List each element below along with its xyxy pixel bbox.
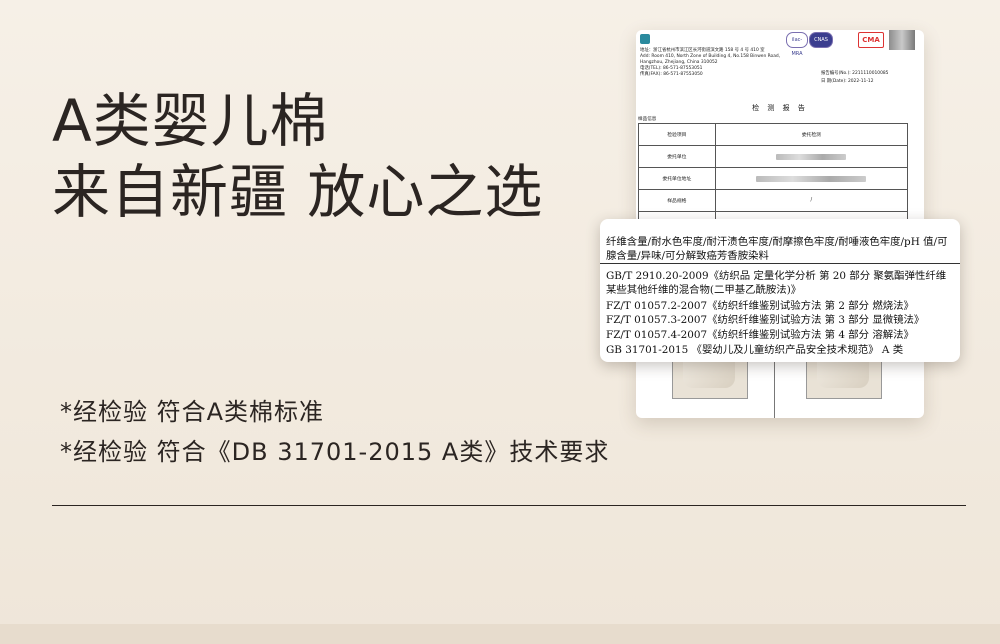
row-value: / bbox=[714, 190, 908, 211]
zoom-line: GB/T 2910.20-2009《纺织品 定量化学分析 第 20 部分 聚氨酯… bbox=[606, 270, 947, 282]
row-key: 检验项目 bbox=[638, 124, 715, 145]
table-row: 委托单位 bbox=[638, 146, 908, 168]
zoom-line: FZ/T 01057.3-2007《纺织纤维鉴别试验方法 第 3 部分 显微镜法… bbox=[606, 314, 925, 326]
report-info-table: 检验项目 委托检测 委托单位 委托单位地址 样品规格 / 样品名称 bbox=[638, 123, 908, 234]
report-address: 地址：浙江省杭州市滨江区长河街道滨文路 158 号 4 号 410 室 Add:… bbox=[640, 48, 780, 78]
divider-line bbox=[52, 505, 966, 506]
promo-page: A类婴儿棉 来自新疆 放心之选 *经检验 符合A类棉标准 *经检验 符合《DB … bbox=[0, 0, 1000, 644]
cma-icon: CMA bbox=[858, 32, 884, 48]
row-value-blurred bbox=[714, 146, 908, 167]
note-a-class-standard: *经检验 符合A类棉标准 bbox=[60, 398, 325, 426]
table-row: 检验项目 委托检测 bbox=[638, 123, 908, 146]
row-value-blurred bbox=[714, 168, 908, 189]
ilac-mra-icon: ilac-MRA bbox=[786, 32, 808, 57]
row-key: 委托单位 bbox=[638, 146, 715, 167]
zoom-line: FZ/T 01057.4-2007《纺织纤维鉴别试验方法 第 4 部分 溶解法》 bbox=[606, 329, 914, 341]
zoom-line: 纤维含量/耐水色牢度/耐汗渍色牢度/耐摩擦色牢度/耐唾液色牢度/pH 值/可 bbox=[606, 236, 948, 248]
cnas-icon: CNAS bbox=[809, 32, 833, 48]
table-row: 委托单位地址 bbox=[638, 168, 908, 190]
zoom-separator bbox=[600, 263, 960, 264]
zoom-line: GB 31701-2015 《婴幼儿及儿童纺织产品安全技术规范》 A 类 bbox=[606, 344, 904, 356]
report-title: 检 测 报 告 bbox=[752, 104, 808, 112]
report-number: 报告编号(No.): 2211110010085 bbox=[821, 71, 889, 76]
report-meta: 报告编号(No.): 2211110010085 日 期(Date): 2022… bbox=[821, 70, 888, 86]
row-value: 委托检测 bbox=[714, 124, 908, 145]
row-key: 样品规格 bbox=[638, 190, 715, 211]
bottom-band bbox=[0, 624, 1000, 644]
report-header: ilac-MRA CNAS CMA 地址：浙江省杭州市滨江区长河街道滨文路 15… bbox=[636, 30, 924, 126]
note-db31701-standard: *经检验 符合《DB 31701-2015 A类》技术要求 bbox=[60, 438, 610, 466]
zoom-line: FZ/T 01057.2-2007《纺织纤维鉴别试验方法 第 2 部分 燃烧法》 bbox=[606, 300, 914, 312]
table-row: 样品规格 / bbox=[638, 190, 908, 212]
report-date: 日 期(Date): 2022-11-12 bbox=[821, 79, 874, 84]
zoom-line: 腺含量/异味/可分解致癌芳香胺染料 bbox=[606, 250, 769, 262]
headline-line-2: 来自新疆 放心之选 bbox=[52, 158, 544, 226]
zoom-line: 某些其他纤维的混合物(二甲基乙酰胺法)》 bbox=[606, 284, 802, 296]
report-zoom-callout: 纤维含量/耐水色牢度/耐汗渍色牢度/耐摩擦色牢度/耐唾液色牢度/pH 值/可 腺… bbox=[600, 219, 960, 362]
headline-line-1: A类婴儿棉 bbox=[52, 87, 329, 155]
section-label: 样品信息 bbox=[638, 117, 657, 122]
lab-logo-icon bbox=[640, 34, 650, 44]
qr-code-blurred bbox=[889, 30, 915, 50]
address-line: 传真(FAX): 86-571-87553050 bbox=[640, 72, 703, 77]
row-key: 委托单位地址 bbox=[638, 168, 715, 189]
